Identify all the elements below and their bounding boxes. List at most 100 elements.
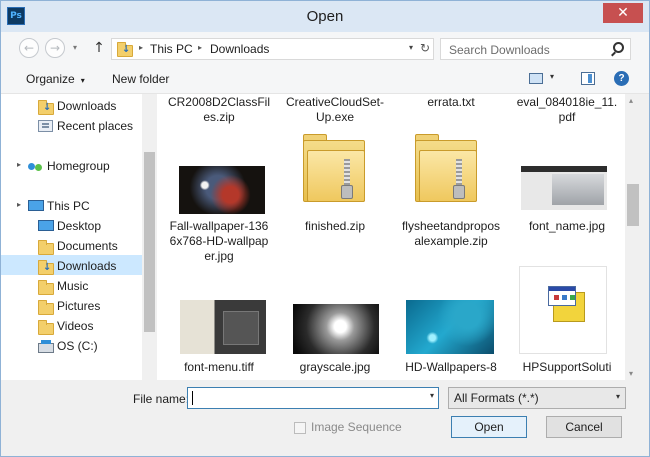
- zip-folder-icon: [413, 132, 481, 202]
- image-sequence-checkbox[interactable]: [294, 422, 306, 434]
- scrollbar-thumb[interactable]: [144, 152, 155, 332]
- preview-pane-icon[interactable]: [581, 72, 595, 85]
- image-thumbnail: [180, 300, 266, 354]
- chevron-down-icon[interactable]: ▾: [430, 391, 434, 400]
- scrollbar-thumb[interactable]: [627, 184, 639, 226]
- scroll-up-icon[interactable]: ▴: [629, 96, 633, 105]
- file-name: errata.txt: [427, 95, 475, 109]
- file-name: font-menu.tiff: [184, 360, 254, 374]
- file-view: CR2008D2ClassFiles.zip CreativeCloudSet-…: [157, 94, 625, 380]
- help-icon[interactable]: ?: [614, 71, 629, 86]
- file-name: CreativeCloudSet-Up.exe: [285, 95, 385, 124]
- chevron-down-icon: ▾: [80, 76, 85, 85]
- bottom-panel: File name: ▾ All Formats (*.*) ▾ Image S…: [1, 380, 649, 456]
- file-name: grayscale.jpg: [299, 360, 371, 374]
- homegroup-icon: [28, 160, 44, 174]
- downloads-folder-icon: [38, 260, 54, 275]
- sidebar-item-recent-places[interactable]: Recent places: [1, 115, 142, 135]
- file-item[interactable]: CreativeCloudSet-Up.exe: [283, 95, 387, 125]
- recent-locations-dropdown[interactable]: ▾: [70, 41, 80, 55]
- downloads-folder-icon: [38, 100, 54, 115]
- search-box[interactable]: Search Downloads: [440, 38, 631, 60]
- sidebar-item-desktop[interactable]: Desktop: [1, 215, 142, 235]
- sidebar-item-label: Documents: [57, 239, 118, 253]
- sidebar-item-label: Desktop: [57, 219, 102, 233]
- search-placeholder: Search Downloads: [449, 43, 550, 57]
- sidebar-item-label: Music: [57, 279, 89, 293]
- navigation-pane-scrollbar[interactable]: [142, 94, 157, 380]
- toolbar: Organize ▾ New folder ▾ ?: [1, 64, 649, 94]
- scroll-down-icon[interactable]: ▾: [629, 369, 633, 378]
- close-button[interactable]: ✕: [603, 3, 643, 23]
- image-thumbnail: [293, 304, 379, 354]
- address-dropdown[interactable]: ▾: [409, 43, 413, 52]
- file-item[interactable]: font-menu.tiff: [167, 300, 271, 380]
- recent-places-icon: [38, 120, 53, 132]
- organize-button[interactable]: Organize ▾: [26, 72, 85, 86]
- file-name: finished.zip: [304, 219, 366, 233]
- file-item[interactable]: font_name.jpg: [515, 166, 619, 236]
- refresh-icon[interactable]: ↻: [420, 41, 430, 55]
- file-view-scrollbar[interactable]: ▴ ▾: [625, 94, 641, 380]
- new-folder-button[interactable]: New folder: [112, 72, 169, 86]
- image-thumbnail: [406, 300, 494, 354]
- up-button[interactable]: ↑: [91, 39, 107, 57]
- sidebar-item-label: This PC: [47, 199, 90, 213]
- file-item[interactable]: CR2008D2ClassFiles.zip: [167, 95, 271, 125]
- music-folder-icon: [38, 280, 54, 295]
- image-sequence-label: Image Sequence: [311, 420, 402, 434]
- sidebar-item-label: Videos: [57, 319, 94, 333]
- file-item[interactable]: flysheetandproposalexample.zip: [399, 132, 503, 252]
- file-name: CR2008D2ClassFiles.zip: [167, 95, 271, 124]
- file-name: font_name.jpg: [528, 219, 606, 233]
- change-view-icon[interactable]: [529, 73, 543, 84]
- file-item[interactable]: HPSupportSoluti: [515, 266, 619, 380]
- file-item[interactable]: finished.zip: [283, 132, 387, 242]
- file-item[interactable]: errata.txt: [399, 95, 503, 110]
- open-dialog: Ps Open ✕ ← → ▾ ↑ ▸ This PC ▸ Downloads …: [0, 0, 650, 457]
- expand-arrow-icon[interactable]: ▸: [17, 160, 21, 169]
- breadcrumb-downloads[interactable]: Downloads: [210, 42, 269, 56]
- sidebar-item-documents[interactable]: Documents: [1, 235, 142, 255]
- back-button[interactable]: ←: [19, 38, 39, 58]
- sidebar-item-this-pc[interactable]: ▸ This PC: [1, 195, 142, 215]
- sidebar-item-videos[interactable]: Videos: [1, 315, 142, 335]
- file-name: HPSupportSoluti: [522, 360, 612, 374]
- open-button[interactable]: Open: [451, 416, 527, 438]
- file-format-select[interactable]: All Formats (*.*) ▾: [448, 387, 626, 409]
- sidebar-item-label: Recent places: [57, 119, 134, 133]
- file-name: Fall-wallpaper-1366x768-HD-wallpaper.jpg: [169, 219, 269, 263]
- breadcrumb-this-pc[interactable]: This PC: [150, 42, 193, 56]
- file-item[interactable]: eval_084018ie_11.pdf: [515, 95, 619, 125]
- view-options-dropdown[interactable]: ▾: [550, 72, 554, 81]
- sidebar-item-music[interactable]: Music: [1, 275, 142, 295]
- organize-label: Organize: [26, 72, 75, 86]
- expand-arrow-icon[interactable]: ▸: [17, 200, 21, 209]
- file-item[interactable]: Fall-wallpaper-1366x768-HD-wallpaper.jpg: [167, 166, 271, 263]
- pictures-folder-icon: [38, 300, 54, 315]
- computer-icon: [28, 200, 44, 211]
- sidebar-item-homegroup[interactable]: ▸ Homegroup: [1, 155, 142, 175]
- sidebar-item-label: Downloads: [57, 99, 117, 113]
- forward-button[interactable]: →: [45, 38, 65, 58]
- sidebar-item-label: OS (C:): [57, 339, 98, 353]
- file-item[interactable]: grayscale.jpg: [283, 304, 387, 380]
- dialog-title: Open: [306, 8, 344, 25]
- documents-folder-icon: [38, 240, 54, 255]
- text-cursor: [192, 391, 193, 405]
- navigation-bar: ← → ▾ ↑ ▸ This PC ▸ Downloads ▾ ↻ Search…: [1, 32, 649, 64]
- sidebar-item-os-c[interactable]: OS (C:): [1, 335, 142, 355]
- file-name-input[interactable]: ▾: [187, 387, 439, 409]
- sidebar-item-downloads-favorite[interactable]: Downloads: [1, 95, 142, 115]
- chevron-down-icon: ▾: [615, 392, 620, 401]
- address-bar[interactable]: ▸ This PC ▸ Downloads ▾ ↻: [111, 38, 434, 60]
- sidebar-item-label: Pictures: [57, 299, 101, 313]
- file-item[interactable]: HD-Wallpapers-8: [399, 300, 503, 380]
- sidebar-item-pictures[interactable]: Pictures: [1, 295, 142, 315]
- sidebar-item-label: Homegroup: [47, 159, 110, 173]
- sidebar-item-downloads[interactable]: Downloads: [1, 255, 142, 275]
- downloads-folder-icon: [117, 42, 133, 57]
- cancel-button[interactable]: Cancel: [546, 416, 622, 438]
- title-bar: Ps Open ✕: [1, 1, 649, 32]
- breadcrumb-separator: ▸: [198, 43, 203, 52]
